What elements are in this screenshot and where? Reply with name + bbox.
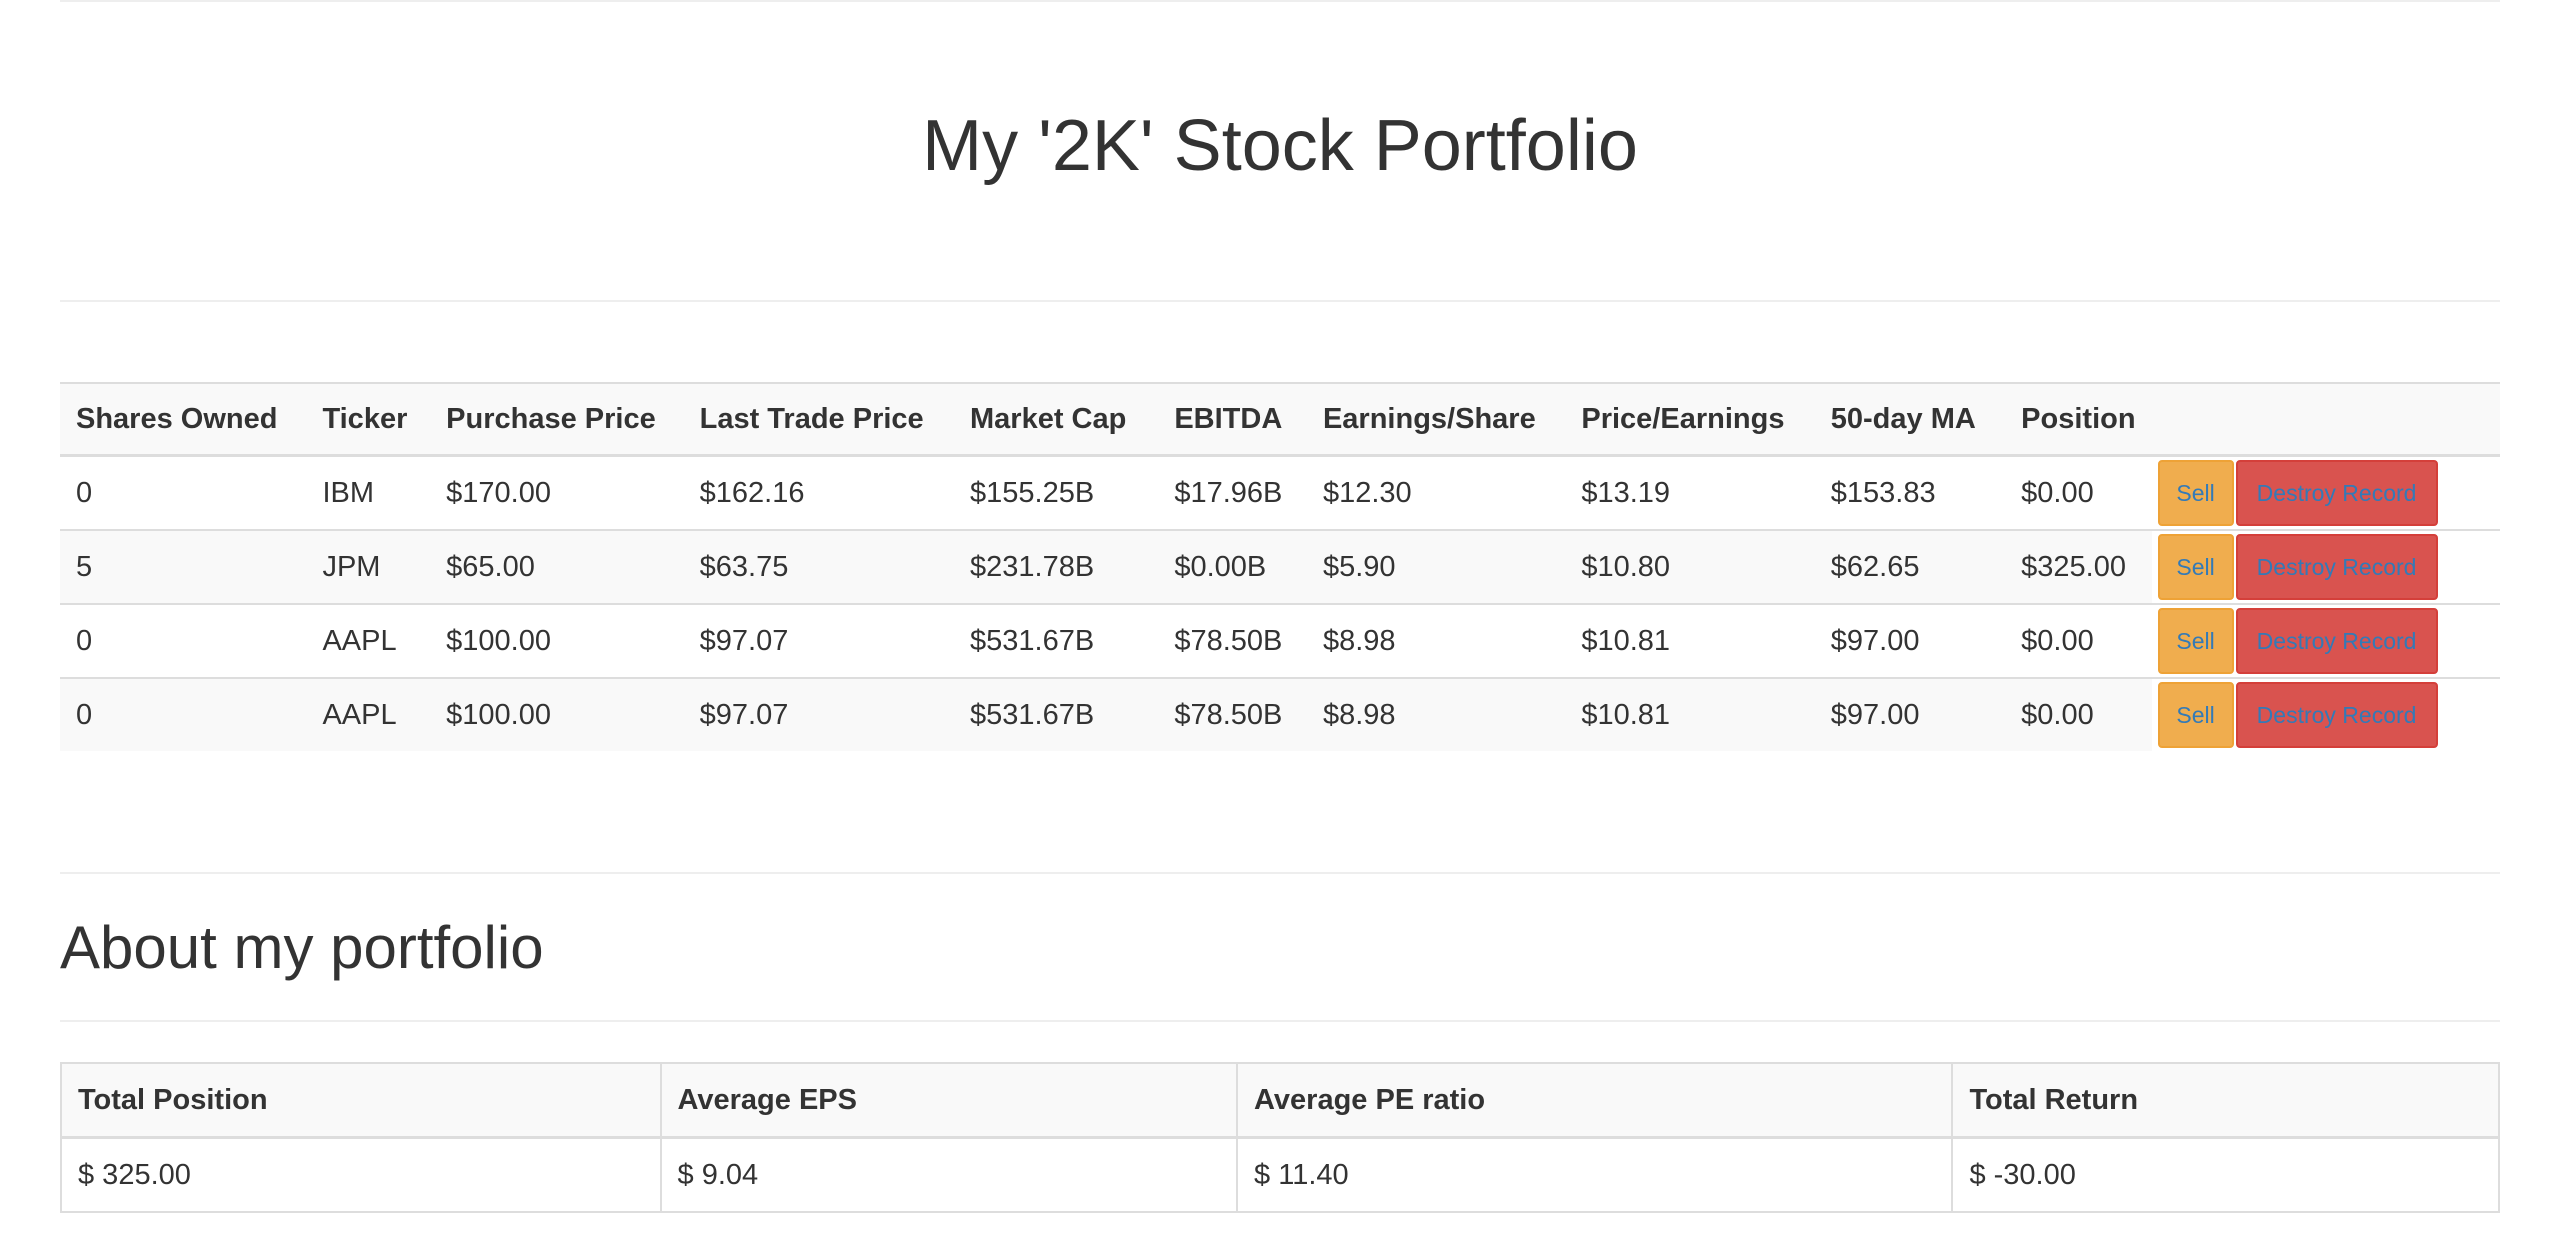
table-row: 5 JPM $65.00 $63.75 $231.78B $0.00B $5.9…: [60, 530, 2500, 604]
column-header: Market Cap: [970, 402, 1127, 435]
cell-pe: $10.80: [1565, 530, 1815, 604]
about-divider: [60, 1020, 2500, 1022]
sell-button[interactable]: Sell: [2157, 682, 2234, 748]
cell-purchase-price: $170.00: [430, 455, 684, 530]
sell-button[interactable]: Sell: [2157, 460, 2234, 526]
cell-position: $325.00: [2005, 530, 2152, 604]
cell-shares: 0: [60, 678, 307, 751]
summary-header-total-return: Total Return: [1951, 1062, 2500, 1139]
table-row: 0 AAPL $100.00 $97.07 $531.67B $78.50B $…: [60, 678, 2500, 751]
cell-actions: Sell Destroy Record: [2151, 455, 2500, 530]
column-header: Last Trade Price: [699, 402, 924, 435]
cell-last-trade-price: $97.07: [683, 678, 955, 751]
table-row: 0 AAPL $100.00 $97.07 $531.67B $78.50B $…: [60, 604, 2500, 678]
cell-market-cap: $531.67B: [954, 678, 1159, 751]
destroy-record-button[interactable]: Destroy Record: [2235, 608, 2438, 674]
summary-values-row: $ 325.00 $ 9.04 $ 11.40 $ -30.00: [60, 1136, 2500, 1213]
cell-ticker: AAPL: [306, 678, 431, 751]
cell-market-cap: $531.67B: [954, 604, 1159, 678]
cell-ticker: IBM: [306, 455, 431, 530]
holdings-table: Shares Owned Ticker Purchase Price Last …: [60, 382, 2500, 751]
summary-total-position: $ 325.00: [60, 1136, 662, 1213]
cell-ticker: AAPL: [306, 604, 431, 678]
cell-market-cap: $155.25B: [954, 455, 1159, 530]
summary-header-total-position: Total Position: [60, 1062, 662, 1139]
destroy-record-button[interactable]: Destroy Record: [2235, 460, 2438, 526]
summary-total-return: $ -30.00: [1951, 1136, 2500, 1213]
cell-actions: Sell Destroy Record: [2151, 678, 2500, 751]
title-divider: [60, 300, 2500, 302]
cell-ebitda: $0.00B: [1158, 530, 1307, 604]
destroy-record-button[interactable]: Destroy Record: [2235, 534, 2438, 600]
column-header: Shares Owned: [76, 402, 278, 435]
cell-eps: $8.98: [1306, 604, 1566, 678]
holdings-header-row: Shares Owned Ticker Purchase Price Last …: [60, 383, 2500, 456]
section-divider: [60, 872, 2500, 874]
column-header: Purchase Price: [446, 402, 656, 435]
column-header: Position: [2021, 402, 2136, 435]
cell-pe: $13.19: [1565, 455, 1815, 530]
cell-purchase-price: $100.00: [430, 678, 684, 751]
column-header: Price/Earnings: [1581, 402, 1785, 435]
cell-eps: $12.30: [1306, 455, 1566, 530]
summary-average-pe: $ 11.40: [1236, 1136, 1954, 1213]
column-header: 50-day MA: [1830, 402, 1976, 435]
cell-pe: $10.81: [1565, 678, 1815, 751]
cell-ebitda: $17.96B: [1158, 455, 1307, 530]
cell-shares: 5: [60, 530, 307, 604]
cell-ma50: $62.65: [1814, 530, 2006, 604]
column-header-actions: [2152, 383, 2500, 456]
summary-table: Total Position Average EPS Average PE ra…: [60, 1062, 2500, 1213]
cell-pe: $10.81: [1565, 604, 1815, 678]
column-header: EBITDA: [1174, 402, 1283, 435]
destroy-record-button[interactable]: Destroy Record: [2235, 682, 2438, 748]
column-header: Ticker: [322, 402, 408, 435]
cell-eps: $8.98: [1306, 678, 1566, 751]
summary-header-average-pe: Average PE ratio: [1236, 1062, 1954, 1139]
summary-header-row: Total Position Average EPS Average PE ra…: [60, 1062, 2500, 1139]
cell-eps: $5.90: [1306, 530, 1566, 604]
cell-purchase-price: $100.00: [430, 604, 684, 678]
cell-shares: 0: [60, 455, 307, 530]
top-divider: [60, 0, 2500, 2]
table-row: 0 IBM $170.00 $162.16 $155.25B $17.96B $…: [60, 455, 2500, 530]
cell-actions: Sell Destroy Record: [2151, 530, 2500, 604]
cell-ma50: $97.00: [1814, 678, 2006, 751]
cell-position: $0.00: [2005, 604, 2152, 678]
cell-last-trade-price: $97.07: [683, 604, 955, 678]
cell-last-trade-price: $63.75: [683, 530, 955, 604]
cell-last-trade-price: $162.16: [683, 455, 955, 530]
cell-actions: Sell Destroy Record: [2151, 604, 2500, 678]
column-header: Earnings/Share: [1322, 402, 1536, 435]
cell-market-cap: $231.78B: [954, 530, 1159, 604]
cell-purchase-price: $65.00: [430, 530, 684, 604]
cell-shares: 0: [60, 604, 307, 678]
about-heading: About my portfolio: [60, 914, 544, 981]
summary-average-eps: $ 9.04: [659, 1136, 1239, 1213]
cell-ma50: $153.83: [1814, 455, 2006, 530]
summary-header-average-eps: Average EPS: [659, 1062, 1239, 1139]
cell-ticker: JPM: [306, 530, 431, 604]
cell-ebitda: $78.50B: [1158, 604, 1307, 678]
page-title: My '2K' Stock Portfolio: [922, 106, 1638, 186]
cell-ebitda: $78.50B: [1158, 678, 1307, 751]
cell-position: $0.00: [2005, 678, 2152, 751]
cell-position: $0.00: [2005, 455, 2152, 530]
sell-button[interactable]: Sell: [2157, 608, 2234, 674]
cell-ma50: $97.00: [1814, 604, 2006, 678]
sell-button[interactable]: Sell: [2157, 534, 2234, 600]
